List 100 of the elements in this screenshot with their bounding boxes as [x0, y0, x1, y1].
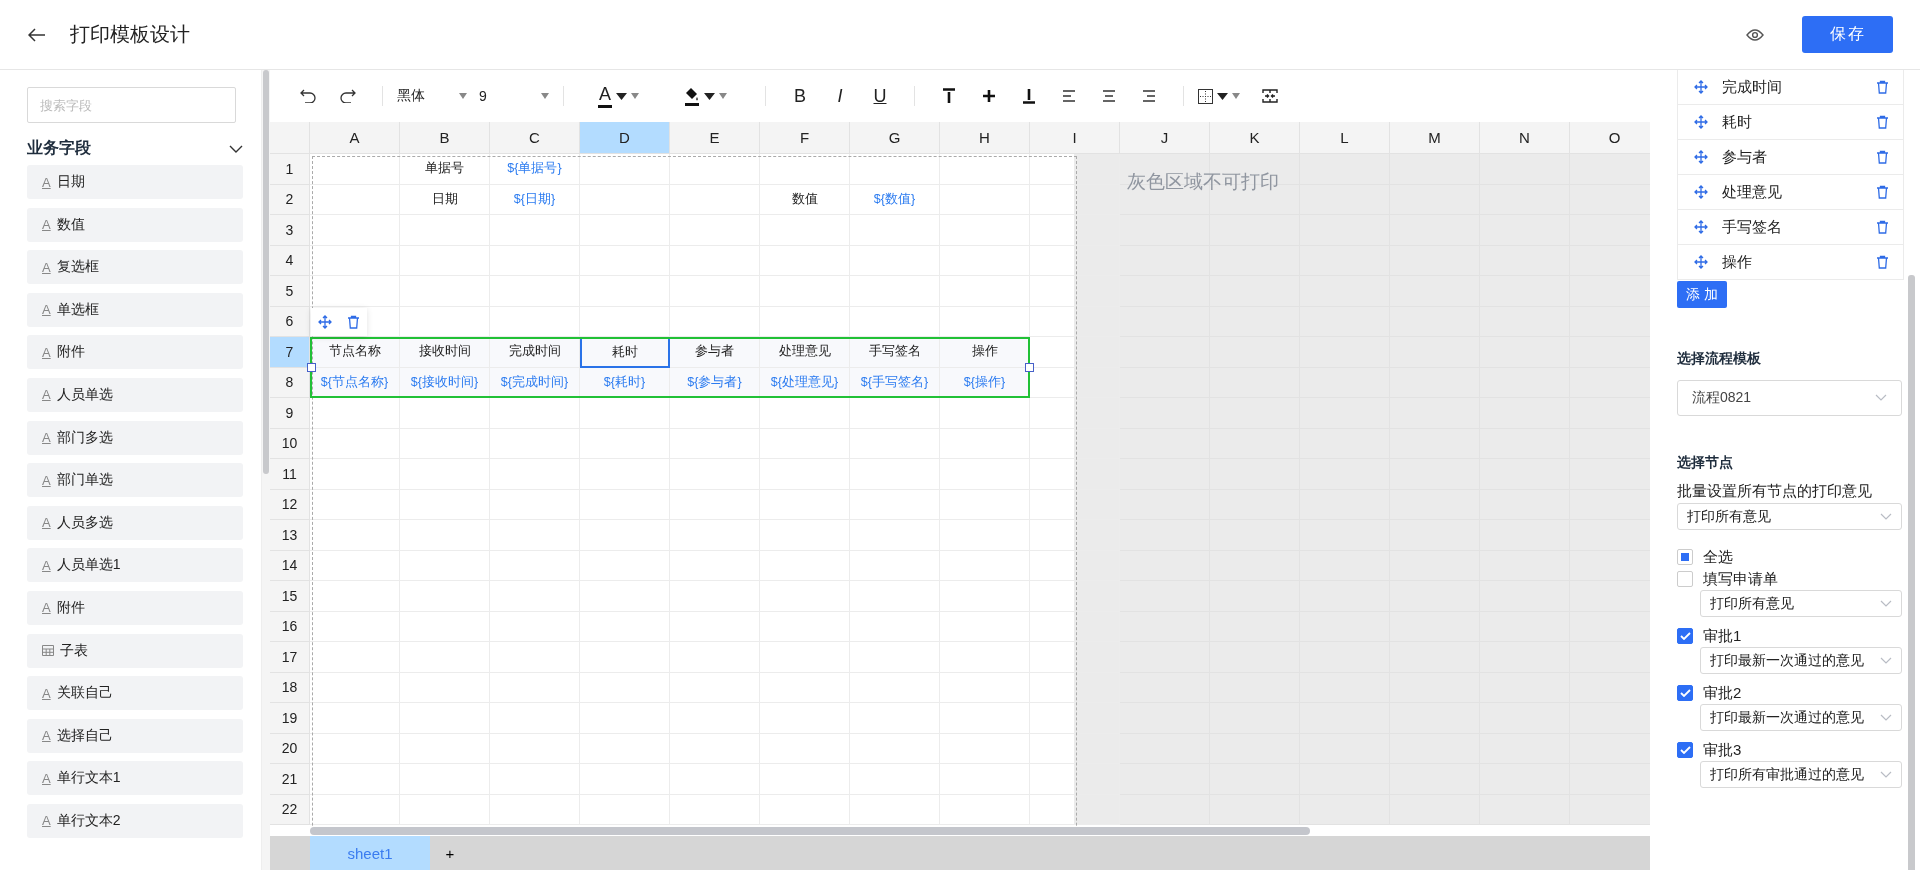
italic-button[interactable]: I [820, 81, 860, 111]
column-header[interactable]: O [1570, 122, 1650, 154]
delete-icon[interactable] [1876, 115, 1889, 129]
table-cell[interactable] [310, 154, 400, 185]
row-header[interactable]: 8 [270, 367, 310, 398]
table-cell[interactable] [1570, 276, 1650, 307]
table-cell[interactable] [310, 276, 400, 307]
table-cell[interactable] [1030, 520, 1120, 551]
table-cell[interactable] [1570, 550, 1650, 581]
table-cell[interactable] [850, 154, 940, 185]
row-header[interactable]: 21 [270, 764, 310, 795]
font-dropdown[interactable]: 黑体 [397, 81, 467, 111]
row-header[interactable]: 19 [270, 703, 310, 734]
column-header[interactable]: N [1480, 122, 1570, 154]
table-cell[interactable] [1210, 794, 1300, 825]
row-header[interactable]: 1 [270, 154, 310, 185]
table-cell[interactable] [1030, 672, 1120, 703]
table-cell[interactable] [1570, 489, 1650, 520]
drag-handle-icon[interactable] [1694, 255, 1708, 269]
delete-icon[interactable] [1876, 185, 1889, 199]
table-cell[interactable] [1390, 794, 1480, 825]
column-list-item[interactable]: 参与者 [1677, 140, 1904, 175]
table-cell[interactable] [1570, 794, 1650, 825]
table-cell[interactable] [310, 672, 400, 703]
table-cell[interactable]: 耗时 [580, 337, 670, 368]
field-item[interactable]: A 附件 [27, 335, 243, 370]
template-select[interactable]: 流程0821 [1677, 380, 1902, 416]
checkbox[interactable] [1677, 628, 1693, 644]
field-item[interactable]: A 日期 [27, 165, 243, 199]
table-cell[interactable]: 操作 [940, 337, 1030, 368]
table-cell[interactable] [1570, 642, 1650, 673]
table-cell[interactable] [310, 398, 400, 429]
table-cell[interactable] [310, 733, 400, 764]
table-cell[interactable] [1570, 306, 1650, 337]
table-cell[interactable] [1570, 703, 1650, 734]
table-cell[interactable] [310, 428, 400, 459]
field-item[interactable]: A 选择自己 [27, 718, 243, 753]
drag-handle-icon[interactable] [1694, 80, 1708, 94]
table-cell[interactable] [1030, 276, 1120, 307]
bold-button[interactable]: B [780, 81, 820, 111]
table-cell[interactable] [580, 398, 670, 429]
column-list-item[interactable]: 耗时 [1677, 105, 1904, 140]
column-header[interactable]: I [1030, 122, 1120, 154]
table-cell[interactable] [1570, 215, 1650, 246]
table-cell[interactable] [1030, 184, 1120, 215]
field-item[interactable]: A 单行文本1 [27, 761, 243, 796]
drag-handle-icon[interactable] [1694, 220, 1708, 234]
table-cell[interactable] [310, 794, 400, 825]
checkbox[interactable] [1677, 549, 1693, 565]
table-cell[interactable] [1570, 733, 1650, 764]
delete-icon[interactable] [1876, 220, 1889, 234]
table-cell[interactable] [1030, 154, 1120, 185]
table-cell[interactable] [1030, 581, 1120, 612]
row-header[interactable]: 18 [270, 672, 310, 703]
table-cell[interactable]: 处理意见 [760, 337, 850, 368]
batch-select[interactable]: 打印所有意见 [1677, 503, 1902, 530]
column-header[interactable]: L [1300, 122, 1390, 154]
table-cell[interactable]: ${单据号} [490, 154, 580, 185]
table-cell[interactable] [1030, 459, 1120, 490]
resize-handle[interactable] [307, 362, 316, 372]
row-header[interactable]: 20 [270, 733, 310, 764]
scrollbar[interactable] [1908, 275, 1915, 870]
eye-icon[interactable] [1746, 28, 1764, 41]
table-cell[interactable] [1570, 154, 1650, 185]
opinion-select[interactable]: 打印所有审批通过的意见 [1700, 761, 1902, 788]
table-cell[interactable]: 手写签名 [850, 337, 940, 368]
table-cell[interactable] [850, 306, 940, 337]
table-cell[interactable] [1030, 611, 1120, 642]
opinion-select[interactable]: 打印最新一次通过的意见 [1700, 647, 1902, 674]
table-cell[interactable] [1030, 703, 1120, 734]
table-cell[interactable] [760, 306, 850, 337]
field-item[interactable]: A 单选框 [27, 292, 243, 327]
row-header[interactable]: 7 [270, 337, 310, 368]
corner-cell[interactable] [270, 122, 310, 154]
table-cell[interactable] [310, 245, 400, 276]
column-header[interactable]: G [850, 122, 940, 154]
row-header[interactable]: 6 [270, 306, 310, 337]
row-header[interactable]: 13 [270, 520, 310, 551]
field-item[interactable]: A 人员单选 [27, 377, 243, 412]
table-cell[interactable] [1570, 184, 1650, 215]
table-cell[interactable] [1030, 245, 1120, 276]
table-cell[interactable]: 日期 [400, 184, 490, 215]
column-header[interactable]: K [1210, 122, 1300, 154]
table-cell[interactable] [1030, 794, 1120, 825]
row-header[interactable]: 22 [270, 794, 310, 825]
table-cell[interactable] [1030, 764, 1120, 795]
checkbox[interactable] [1677, 571, 1693, 587]
field-item[interactable]: A 关联自己 [27, 676, 243, 711]
row-header[interactable]: 5 [270, 276, 310, 307]
delete-button[interactable] [339, 307, 367, 336]
table-cell[interactable] [490, 398, 580, 429]
back-icon[interactable] [28, 27, 46, 42]
table-cell[interactable] [670, 398, 760, 429]
table-cell[interactable] [1300, 794, 1390, 825]
opinion-select[interactable]: 打印最新一次通过的意见 [1700, 704, 1902, 731]
field-item[interactable]: A 数值 [27, 207, 243, 242]
table-cell[interactable] [1570, 398, 1650, 429]
table-cell[interactable] [310, 184, 400, 215]
table-cell[interactable] [1480, 794, 1570, 825]
table-cell[interactable] [940, 154, 1030, 185]
